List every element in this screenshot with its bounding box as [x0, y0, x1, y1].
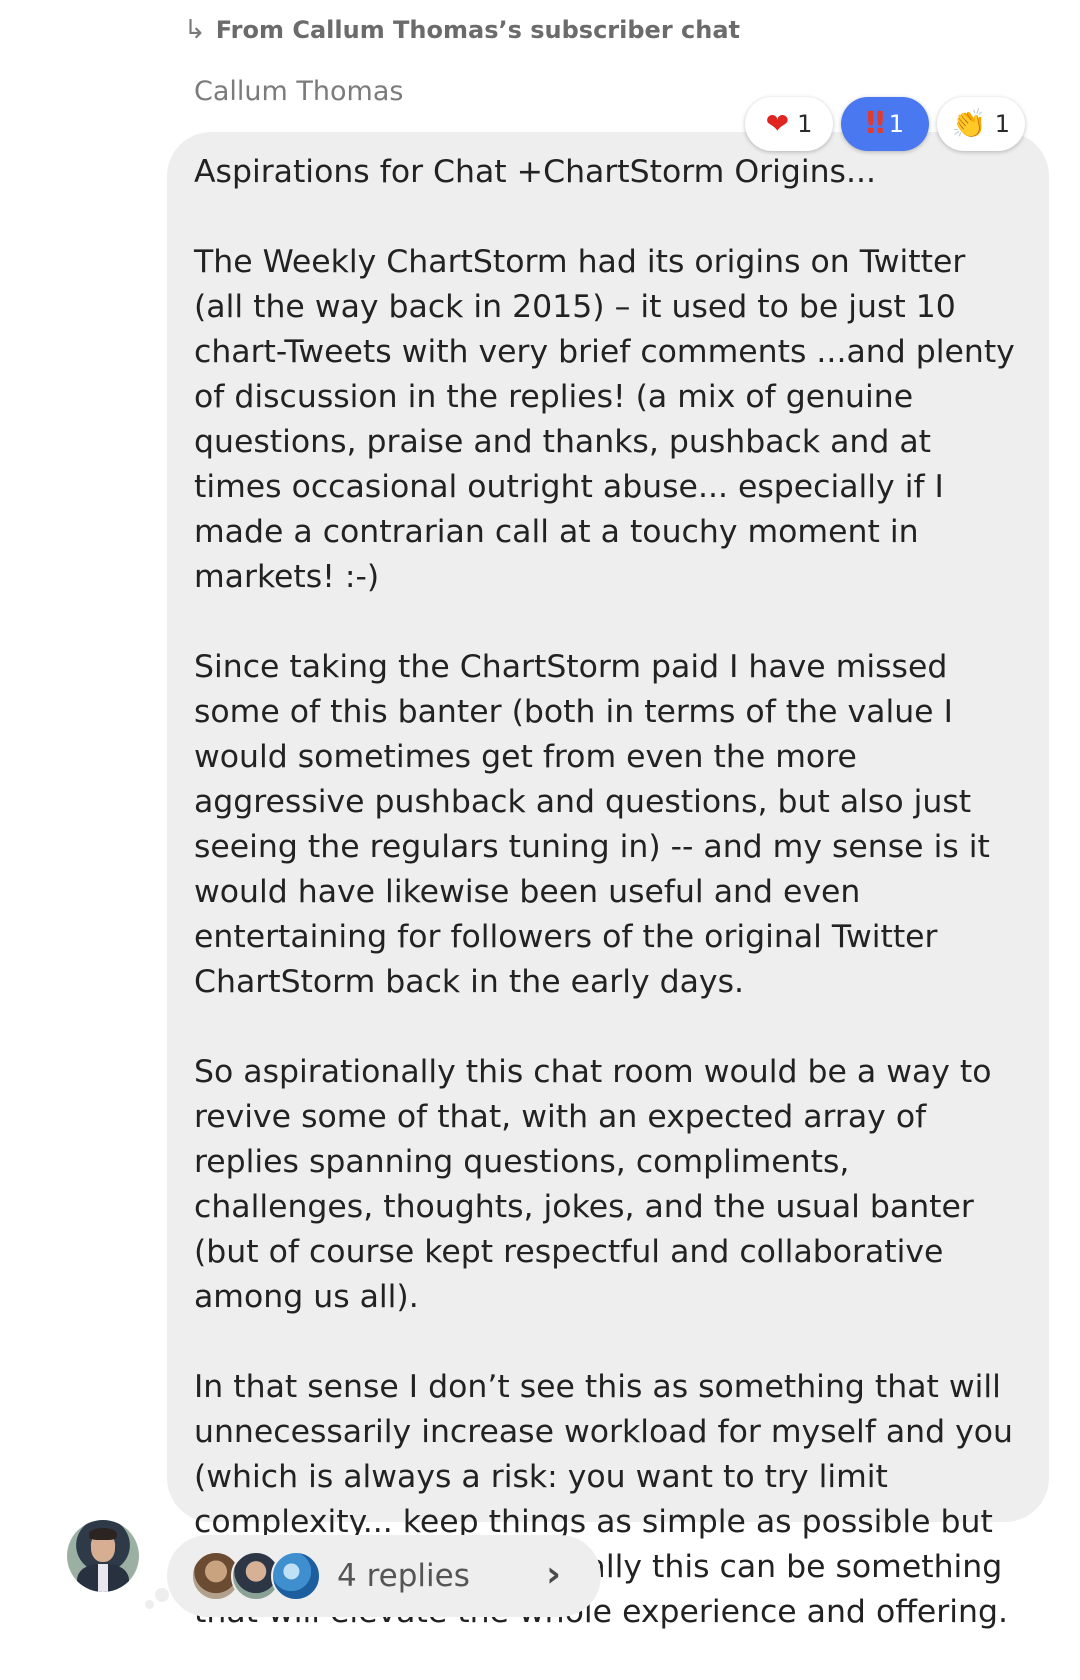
reactions-bar: ❤ 1 ‼ 1 👏 1 — [745, 97, 1025, 151]
clapping-hands-icon: 👏 — [951, 107, 987, 140]
reaction-clapping-hands[interactable]: 👏 1 — [937, 97, 1025, 151]
sender-name: Callum Thomas — [194, 76, 404, 107]
forward-arrow-icon: ↳ — [184, 15, 206, 45]
reaction-count: 1 — [797, 110, 813, 138]
sender-avatar[interactable] — [67, 1520, 139, 1592]
heart-icon: ❤ — [765, 107, 790, 140]
reaction-count: 1 — [994, 110, 1011, 138]
reaction-heart[interactable]: ❤ 1 — [745, 97, 833, 151]
message-paragraph: Since taking the ChartStorm paid I have … — [194, 649, 990, 1000]
bubble-tail — [145, 1600, 154, 1609]
double-exclamation-icon: ‼ — [865, 106, 885, 141]
message-title: Aspirations for Chat +ChartStorm Origins… — [194, 154, 877, 190]
message-body: Aspirations for Chat +ChartStorm Origins… — [194, 150, 1024, 1680]
forwarded-from-link[interactable]: ↳ From Callum Thomas’s subscriber chat — [184, 10, 740, 50]
message-paragraph: The Weekly ChartStorm had its origins on… — [194, 244, 1015, 595]
reaction-count: 1 — [888, 110, 905, 138]
forwarded-from-label: From Callum Thomas’s subscriber chat — [215, 16, 740, 44]
bubble-tail — [155, 1588, 169, 1602]
replies-button[interactable]: 4 replies › — [167, 1535, 601, 1617]
chevron-right-icon: › — [546, 1554, 561, 1595]
replier-avatar — [271, 1551, 321, 1601]
reaction-double-exclamation[interactable]: ‼ 1 — [841, 97, 929, 151]
replies-count-label: 4 replies — [337, 1558, 470, 1594]
message-paragraph: So aspirationally this chat room would b… — [194, 1054, 992, 1315]
